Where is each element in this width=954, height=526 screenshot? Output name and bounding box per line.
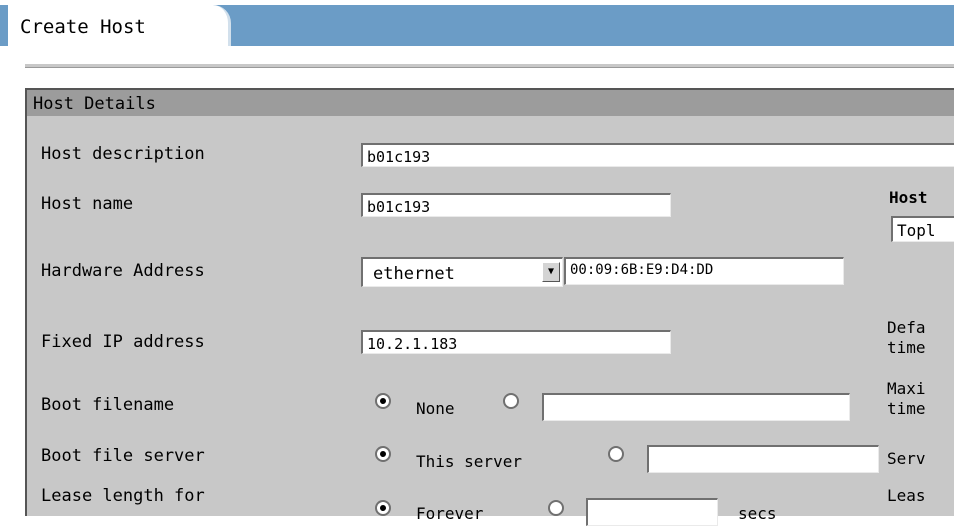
max-lease-label-line1: Maxi <box>887 379 926 398</box>
host-type-label: Host <box>889 188 928 207</box>
fixed-ip-label: Fixed IP address <box>41 332 205 352</box>
section-divider <box>25 64 954 68</box>
server-label: Serv <box>887 449 926 468</box>
tab-create-host-label: Create Host <box>20 16 146 38</box>
boot-server-this-radio[interactable] <box>375 446 391 462</box>
boot-server-custom-radio[interactable] <box>608 446 624 462</box>
host-details-panel: Host Details Host description b01c193 Ho… <box>25 88 954 526</box>
panel-header: Host Details <box>27 90 954 116</box>
host-description-input[interactable]: b01c193 <box>361 143 954 167</box>
boot-filename-custom-radio[interactable] <box>503 393 519 409</box>
hardware-address-label: Hardware Address <box>41 261 205 281</box>
hardware-address-input[interactable]: 00:09:6B:E9:D4:DD <box>564 257 844 285</box>
tab-bar: Create Host <box>0 0 954 46</box>
max-lease-label-line2: time <box>887 399 926 418</box>
hardware-type-select[interactable]: ethernet ▼ <box>361 257 563 287</box>
boot-filename-input[interactable] <box>542 393 850 421</box>
hardware-type-value: ethernet <box>373 264 455 284</box>
host-type-select[interactable]: Topl <box>891 216 954 242</box>
boot-server-input[interactable] <box>647 445 879 473</box>
lease-right-label: Leas <box>887 486 926 505</box>
panel-title: Host Details <box>33 94 156 114</box>
host-name-input[interactable]: b01c193 <box>361 193 671 217</box>
boot-filename-none-label: None <box>416 399 455 418</box>
host-name-label: Host name <box>41 194 134 214</box>
lease-length-input[interactable] <box>586 498 718 526</box>
boot-filename-none-radio[interactable] <box>375 393 391 409</box>
tab-create-host[interactable]: Create Host <box>8 5 231 46</box>
fixed-ip-input[interactable]: 10.2.1.183 <box>361 330 671 354</box>
boot-file-server-label: Boot file server <box>41 446 205 466</box>
boot-filename-label: Boot filename <box>41 395 175 415</box>
lease-length-label: Lease length for <box>41 486 205 506</box>
chevron-down-icon[interactable]: ▼ <box>542 262 560 282</box>
boot-server-this-label: This server <box>416 452 522 471</box>
default-lease-label-line1: Defa <box>887 318 926 337</box>
default-lease-label-line2: time <box>887 338 926 357</box>
host-description-label: Host description <box>41 144 205 164</box>
